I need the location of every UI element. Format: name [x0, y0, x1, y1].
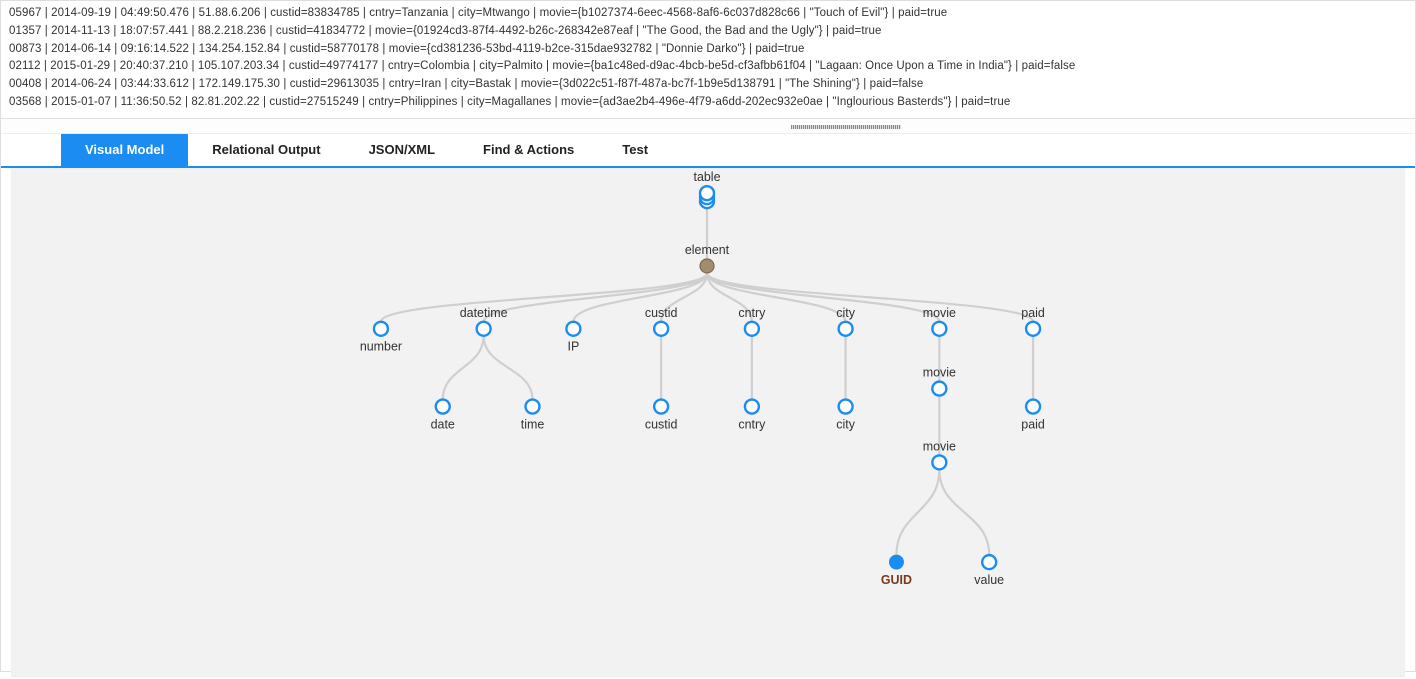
tree-node-movieC[interactable]: movie [923, 439, 956, 469]
tab-visual_model[interactable]: Visual Model [61, 134, 188, 166]
tree-node-value[interactable]: value [974, 555, 1004, 587]
splitter-grip-icon[interactable] [791, 125, 901, 129]
tree-node-label: time [521, 417, 545, 431]
tree-node-label: paid [1021, 306, 1045, 320]
tree-node-label: GUID [881, 573, 912, 587]
tree-node-label: value [974, 573, 1004, 587]
tab-label: Test [622, 142, 648, 157]
tab-bar: Visual Model Relational Output JSON/XML Fin… [1, 134, 1415, 168]
tab-find_actions[interactable]: Find & Actions [459, 134, 598, 166]
splitter[interactable] [1, 119, 1415, 134]
tree-svg[interactable]: tableelementnumberdatetimeIPcustidcntryc… [12, 169, 1404, 676]
log-line: 05967 | 2014-09-19 | 04:49:50.476 | 51.8… [9, 5, 1407, 23]
tree-node-label: table [693, 170, 720, 184]
log-line: 03568 | 2015-01-07 | 11:36:50.52 | 82.81… [9, 94, 1407, 112]
tree-node-number[interactable]: number [360, 322, 402, 354]
visual-model-canvas[interactable]: tableelementnumberdatetimeIPcustidcntryc… [11, 168, 1405, 677]
tree-node-date[interactable]: date [431, 399, 455, 431]
tree-node-ip[interactable]: IP [566, 322, 580, 354]
tree-node-custid[interactable]: custid [645, 306, 678, 336]
tab-label: JSON/XML [369, 142, 435, 157]
tree-edge [896, 469, 939, 555]
tab-label: Find & Actions [483, 142, 574, 157]
tree-node-label: movie [923, 306, 956, 320]
tree-node-label: element [685, 243, 730, 257]
tree-node-cntry2[interactable]: cntry [738, 399, 766, 431]
tree-node-label: datetime [460, 306, 508, 320]
tree-node-datetime[interactable]: datetime [460, 306, 508, 336]
tree-node-label: date [431, 417, 455, 431]
tree-node-paid2[interactable]: paid [1021, 399, 1045, 431]
tree-node-label: IP [567, 340, 579, 354]
tab-relational_output[interactable]: Relational Output [188, 134, 344, 166]
tab-json_xml[interactable]: JSON/XML [345, 134, 459, 166]
tree-node-label: custid [645, 417, 678, 431]
tree-edge [443, 336, 484, 400]
tree-node-movieB[interactable]: movie [923, 366, 956, 396]
tree-node-city[interactable]: city [836, 306, 855, 336]
tree-node-label: city [836, 417, 855, 431]
tree-node-time[interactable]: time [521, 399, 545, 431]
tree-node-city2[interactable]: city [836, 399, 855, 431]
tree-node-label: movie [923, 366, 956, 380]
log-line: 00873 | 2014-06-14 | 09:16:14.522 | 134.… [9, 41, 1407, 59]
tree-node-paid[interactable]: paid [1021, 306, 1045, 336]
tree-node-label: paid [1021, 417, 1045, 431]
tab-label: Relational Output [212, 142, 320, 157]
tree-node-label: movie [923, 439, 956, 453]
tree-edge [484, 336, 533, 400]
log-line: 01357 | 2014-11-13 | 18:07:57.441 | 88.2… [9, 23, 1407, 41]
tree-node-custid2[interactable]: custid [645, 399, 678, 431]
tree-node-cntry[interactable]: cntry [738, 306, 766, 336]
log-line: 02112 | 2015-01-29 | 20:40:37.210 | 105.… [9, 58, 1407, 76]
tree-node-table[interactable]: table [693, 170, 720, 208]
tree-node-label: number [360, 340, 402, 354]
tree-node-guid[interactable]: GUID [881, 555, 912, 587]
log-line: 00408 | 2014-06-24 | 03:44:33.612 | 172.… [9, 76, 1407, 94]
tree-node-label: cntry [738, 306, 766, 320]
tab-label: Visual Model [85, 142, 164, 157]
log-panel: 05967 | 2014-09-19 | 04:49:50.476 | 51.8… [1, 1, 1415, 119]
tree-node-label: city [836, 306, 855, 320]
tree-edge [939, 469, 989, 555]
tab-test[interactable]: Test [598, 134, 672, 166]
tree-node-label: custid [645, 306, 678, 320]
tree-node-movieA[interactable]: movie [923, 306, 956, 336]
tree-node-label: cntry [738, 417, 766, 431]
